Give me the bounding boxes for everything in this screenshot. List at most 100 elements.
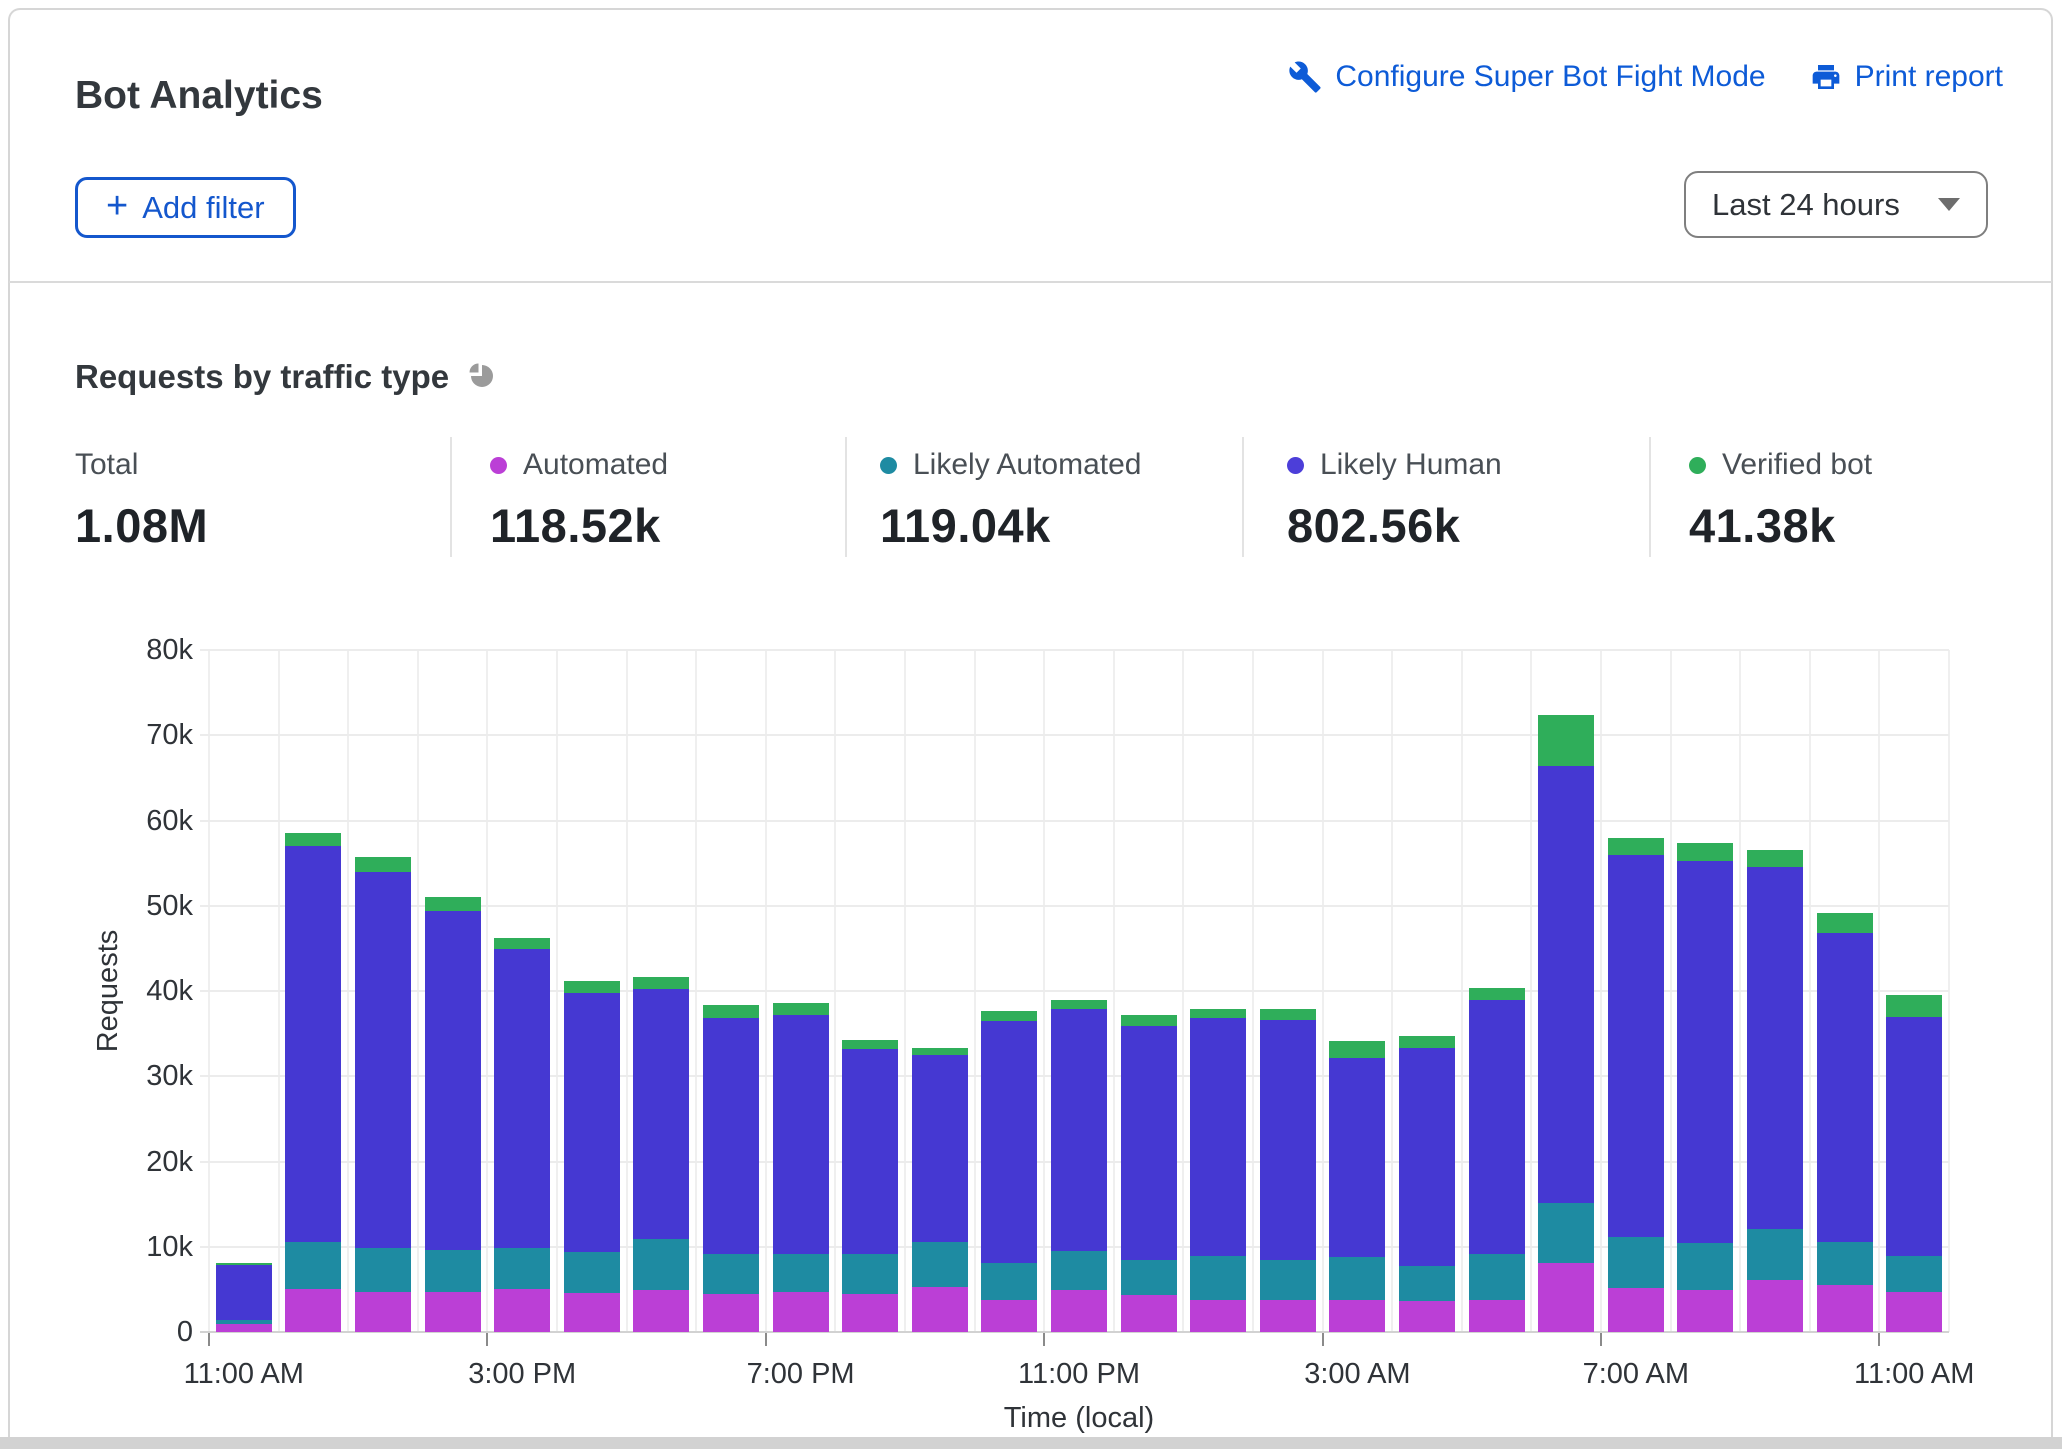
bar-segment-likely-human[interactable] <box>981 1021 1037 1263</box>
bar-segment-likely-human[interactable] <box>1469 1000 1525 1254</box>
bar-segment-likely-human[interactable] <box>216 1265 272 1320</box>
bar-segment-likely-automated[interactable] <box>1677 1243 1733 1290</box>
bar-segment-likely-automated[interactable] <box>1608 1237 1664 1287</box>
bar-segment-likely-automated[interactable] <box>1469 1254 1525 1300</box>
bar-segment-likely-human[interactable] <box>1190 1018 1246 1256</box>
bar-segment-verified-bot[interactable] <box>912 1048 968 1055</box>
bar-segment-likely-automated[interactable] <box>1399 1266 1455 1301</box>
bar-segment-automated[interactable] <box>912 1287 968 1332</box>
bar-segment-verified-bot[interactable] <box>425 897 481 911</box>
bar-segment-verified-bot[interactable] <box>773 1003 829 1015</box>
bar-segment-likely-automated[interactable] <box>1329 1257 1385 1300</box>
bar-segment-verified-bot[interactable] <box>564 981 620 993</box>
bar-segment-likely-human[interactable] <box>494 949 550 1248</box>
bar-segment-automated[interactable] <box>494 1289 550 1332</box>
stat-verified-bot[interactable]: Verified bot41.38k <box>1689 448 1872 553</box>
bar-segment-likely-human[interactable] <box>1608 855 1664 1238</box>
bar-segment-automated[interactable] <box>1677 1290 1733 1332</box>
time-range-select[interactable]: Last 24 hours <box>1684 171 1988 238</box>
bar-segment-likely-human[interactable] <box>1260 1020 1316 1260</box>
bar-segment-verified-bot[interactable] <box>1747 850 1803 866</box>
bar-segment-automated[interactable] <box>1886 1292 1942 1332</box>
bar-segment-likely-human[interactable] <box>1886 1017 1942 1256</box>
bar-segment-likely-human[interactable] <box>1399 1048 1455 1266</box>
bar-segment-verified-bot[interactable] <box>1538 715 1594 766</box>
bar-segment-verified-bot[interactable] <box>1051 1000 1107 1009</box>
bar-segment-automated[interactable] <box>1747 1280 1803 1332</box>
bar-segment-likely-automated[interactable] <box>1051 1251 1107 1290</box>
bar-segment-likely-human[interactable] <box>773 1015 829 1254</box>
bar-segment-automated[interactable] <box>1190 1300 1246 1332</box>
bar-segment-likely-human[interactable] <box>912 1055 968 1242</box>
bar-segment-automated[interactable] <box>1608 1288 1664 1332</box>
bar-segment-verified-bot[interactable] <box>1817 913 1873 933</box>
bar-segment-likely-automated[interactable] <box>285 1242 341 1288</box>
bar-segment-verified-bot[interactable] <box>842 1040 898 1049</box>
bar-segment-likely-automated[interactable] <box>494 1248 550 1289</box>
bar-segment-verified-bot[interactable] <box>1469 988 1525 999</box>
bar-segment-verified-bot[interactable] <box>633 977 689 990</box>
bar-segment-likely-automated[interactable] <box>1747 1229 1803 1280</box>
bar-segment-likely-human[interactable] <box>1051 1009 1107 1251</box>
bar-segment-likely-human[interactable] <box>633 989 689 1239</box>
bar-segment-automated[interactable] <box>564 1293 620 1332</box>
bar-segment-likely-automated[interactable] <box>216 1320 272 1324</box>
bar-segment-automated[interactable] <box>1121 1295 1177 1332</box>
bar-segment-likely-automated[interactable] <box>1121 1260 1177 1295</box>
bar-segment-likely-human[interactable] <box>1677 861 1733 1244</box>
configure-super-bot-fight-mode-link[interactable]: Configure Super Bot Fight Mode <box>1288 60 1765 94</box>
stat-automated[interactable]: Automated118.52k <box>490 448 668 553</box>
bar-segment-automated[interactable] <box>216 1324 272 1332</box>
bar-segment-likely-automated[interactable] <box>842 1254 898 1293</box>
bar-segment-likely-automated[interactable] <box>425 1250 481 1292</box>
bar-segment-likely-human[interactable] <box>1817 933 1873 1242</box>
stat-likely-automated[interactable]: Likely Automated119.04k <box>880 448 1141 553</box>
bar-segment-likely-automated[interactable] <box>1260 1260 1316 1299</box>
bar-segment-verified-bot[interactable] <box>1190 1009 1246 1018</box>
bar-segment-verified-bot[interactable] <box>981 1011 1037 1021</box>
bar-segment-verified-bot[interactable] <box>285 833 341 846</box>
bar-segment-verified-bot[interactable] <box>703 1005 759 1018</box>
bar-segment-verified-bot[interactable] <box>1399 1036 1455 1048</box>
bar-segment-likely-automated[interactable] <box>355 1248 411 1292</box>
print-report-link[interactable]: Print report <box>1810 60 2003 94</box>
bar-segment-likely-human[interactable] <box>425 911 481 1250</box>
bar-segment-likely-automated[interactable] <box>773 1254 829 1292</box>
bar-segment-likely-human[interactable] <box>1329 1058 1385 1257</box>
bar-segment-automated[interactable] <box>1260 1300 1316 1332</box>
bar-segment-automated[interactable] <box>355 1292 411 1332</box>
bar-segment-likely-human[interactable] <box>842 1049 898 1254</box>
bar-segment-likely-human[interactable] <box>355 872 411 1248</box>
bar-segment-automated[interactable] <box>633 1290 689 1332</box>
bar-segment-automated[interactable] <box>1329 1300 1385 1332</box>
bar-segment-verified-bot[interactable] <box>1677 843 1733 861</box>
bar-segment-likely-automated[interactable] <box>981 1263 1037 1300</box>
bar-segment-verified-bot[interactable] <box>1886 995 1942 1017</box>
bar-segment-automated[interactable] <box>773 1292 829 1332</box>
bar-segment-likely-automated[interactable] <box>912 1242 968 1287</box>
bar-segment-automated[interactable] <box>1051 1290 1107 1332</box>
bar-segment-likely-automated[interactable] <box>1538 1203 1594 1263</box>
bar-segment-likely-human[interactable] <box>285 846 341 1242</box>
bar-segment-automated[interactable] <box>1817 1285 1873 1332</box>
bar-segment-verified-bot[interactable] <box>1121 1015 1177 1026</box>
bar-segment-likely-human[interactable] <box>564 993 620 1252</box>
bar-segment-verified-bot[interactable] <box>216 1263 272 1265</box>
bar-segment-likely-automated[interactable] <box>703 1254 759 1294</box>
bar-segment-likely-automated[interactable] <box>1190 1256 1246 1300</box>
bar-segment-likely-automated[interactable] <box>564 1252 620 1293</box>
bar-segment-likely-automated[interactable] <box>1886 1256 1942 1292</box>
bar-segment-likely-human[interactable] <box>703 1018 759 1254</box>
bar-segment-likely-automated[interactable] <box>633 1239 689 1290</box>
bar-segment-automated[interactable] <box>981 1300 1037 1332</box>
bar-segment-automated[interactable] <box>425 1292 481 1332</box>
bar-segment-verified-bot[interactable] <box>494 938 550 949</box>
bar-segment-automated[interactable] <box>1399 1301 1455 1332</box>
bar-segment-automated[interactable] <box>842 1294 898 1332</box>
bar-segment-verified-bot[interactable] <box>1260 1009 1316 1020</box>
bar-segment-automated[interactable] <box>703 1294 759 1332</box>
add-filter-button[interactable]: + Add filter <box>75 177 296 238</box>
bar-segment-verified-bot[interactable] <box>1608 838 1664 854</box>
bar-segment-likely-automated[interactable] <box>1817 1242 1873 1285</box>
bar-segment-likely-human[interactable] <box>1747 867 1803 1229</box>
